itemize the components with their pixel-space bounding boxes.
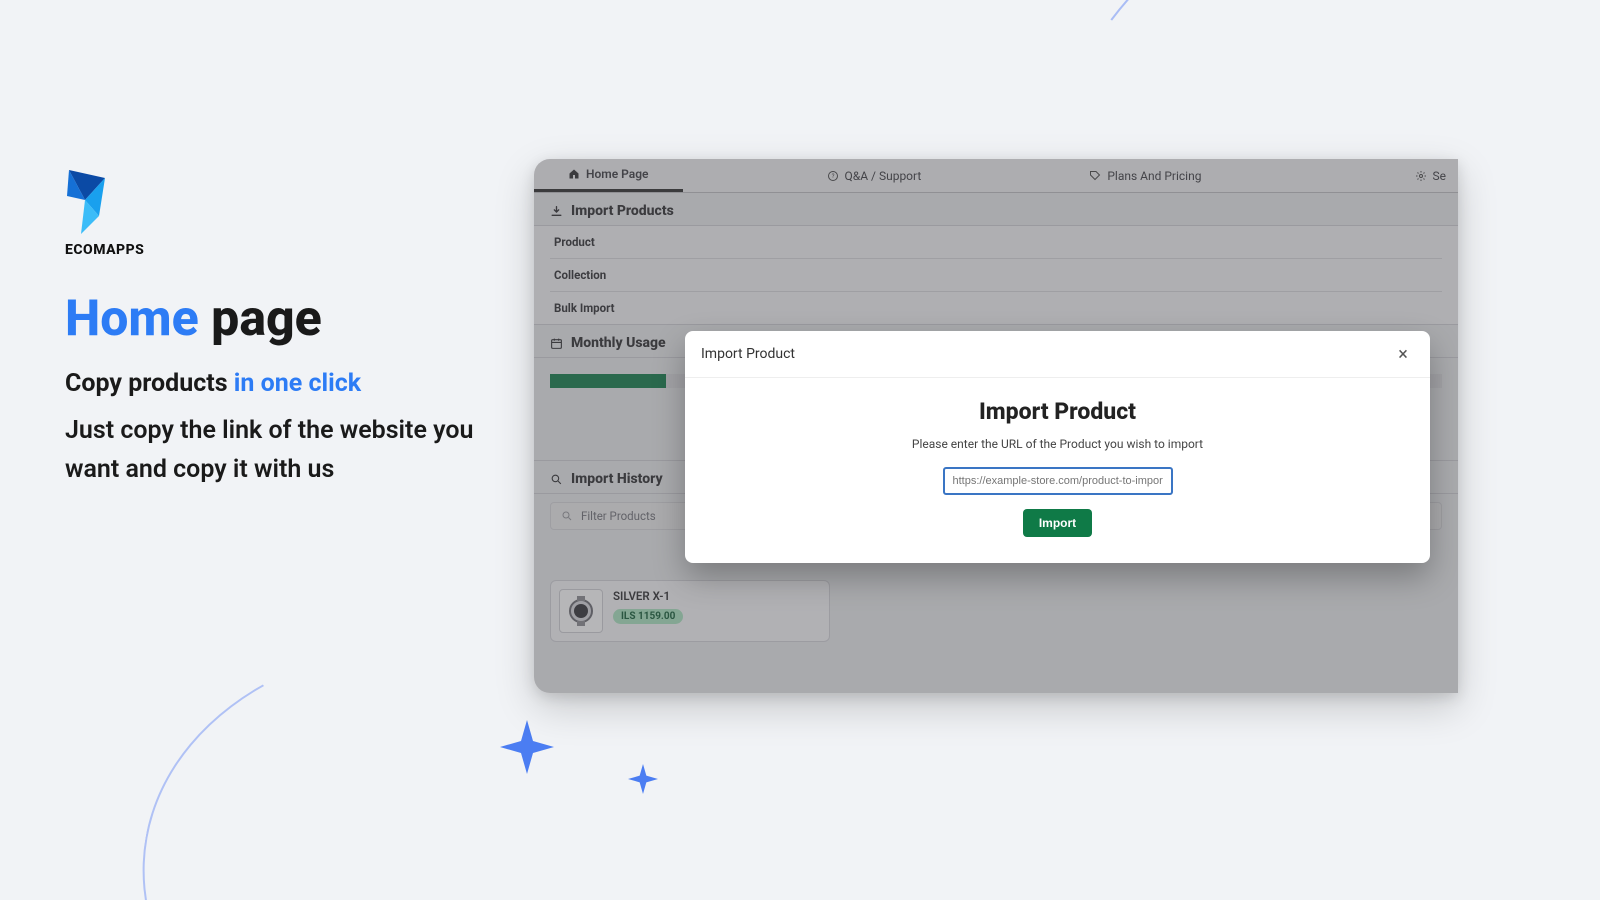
product-price-badge: ILS 1159.00 bbox=[613, 609, 683, 624]
logo-icon bbox=[65, 170, 121, 236]
tab-settings-label: Se bbox=[1433, 169, 1447, 183]
pricing-icon bbox=[1089, 170, 1101, 182]
tab-pricing-label: Plans And Pricing bbox=[1107, 169, 1201, 183]
import-subtabs: Product Collection Bulk Import bbox=[534, 226, 1458, 324]
section-import-products: Import Products bbox=[534, 193, 1458, 226]
import-history-title: Import History bbox=[571, 471, 663, 487]
usage-bar-fill bbox=[550, 374, 666, 388]
modal-header-title: Import Product bbox=[701, 346, 795, 362]
product-url-input[interactable] bbox=[943, 467, 1173, 495]
modal-header: Import Product × bbox=[685, 331, 1430, 378]
tab-home-label: Home Page bbox=[586, 167, 649, 181]
search-icon bbox=[550, 473, 563, 486]
history-product-row[interactable]: SILVER X-1 ILS 1159.00 bbox=[550, 580, 830, 642]
tab-pricing[interactable]: Plans And Pricing bbox=[1055, 159, 1235, 192]
subtab-collection[interactable]: Collection bbox=[550, 259, 1442, 292]
sparkle-icon bbox=[628, 764, 658, 794]
sparkle-icon bbox=[500, 720, 554, 774]
subheadline-1: Copy products in one click bbox=[65, 369, 515, 398]
sub1-accent: in one click bbox=[234, 369, 361, 398]
logo-text: ECOMAPPS bbox=[65, 242, 144, 258]
product-thumbnail bbox=[559, 589, 603, 633]
monthly-usage-title: Monthly Usage bbox=[571, 335, 666, 351]
modal-title: Import Product bbox=[701, 398, 1414, 425]
home-icon bbox=[568, 168, 580, 180]
headline-rest: page bbox=[199, 290, 322, 348]
gear-icon bbox=[1415, 170, 1427, 182]
modal-body: Import Product Please enter the URL of t… bbox=[685, 378, 1430, 563]
tab-support[interactable]: ? Q&A / Support bbox=[793, 159, 956, 192]
product-name: SILVER X-1 bbox=[613, 589, 683, 603]
help-icon: ? bbox=[827, 170, 839, 182]
sub1-pre: Copy products bbox=[65, 369, 234, 398]
close-icon: × bbox=[1398, 344, 1408, 365]
headline-accent: Home bbox=[65, 290, 199, 348]
modal-instruction: Please enter the URL of the Product you … bbox=[701, 437, 1414, 451]
filter-placeholder: Filter Products bbox=[581, 509, 656, 523]
top-tabs: Home Page ? Q&A / Support Plans And Pric… bbox=[534, 159, 1458, 193]
modal-close-button[interactable]: × bbox=[1392, 343, 1414, 365]
subtab-bulk-import[interactable]: Bulk Import bbox=[550, 292, 1442, 324]
marketing-panel: ECOMAPPS Home page Copy products in one … bbox=[65, 170, 515, 490]
svg-text:?: ? bbox=[831, 173, 834, 180]
product-meta: SILVER X-1 ILS 1159.00 bbox=[613, 589, 683, 624]
calendar-icon bbox=[550, 337, 563, 350]
import-products-title: Import Products bbox=[571, 203, 674, 219]
import-button[interactable]: Import bbox=[1023, 509, 1092, 537]
tab-home[interactable]: Home Page bbox=[534, 159, 683, 192]
tab-settings[interactable]: Se bbox=[1381, 159, 1459, 192]
logo: ECOMAPPS bbox=[65, 170, 515, 258]
import-product-modal: Import Product × Import Product Please e… bbox=[685, 331, 1430, 563]
watch-icon bbox=[565, 595, 597, 627]
subtab-product[interactable]: Product bbox=[550, 226, 1442, 259]
search-icon bbox=[561, 510, 573, 522]
headline: Home page bbox=[65, 292, 515, 347]
tab-support-label: Q&A / Support bbox=[845, 169, 922, 183]
download-icon bbox=[550, 205, 563, 218]
app-window: Home Page ? Q&A / Support Plans And Pric… bbox=[534, 159, 1458, 693]
subheadline-2: Just copy the link of the website you wa… bbox=[65, 412, 515, 490]
